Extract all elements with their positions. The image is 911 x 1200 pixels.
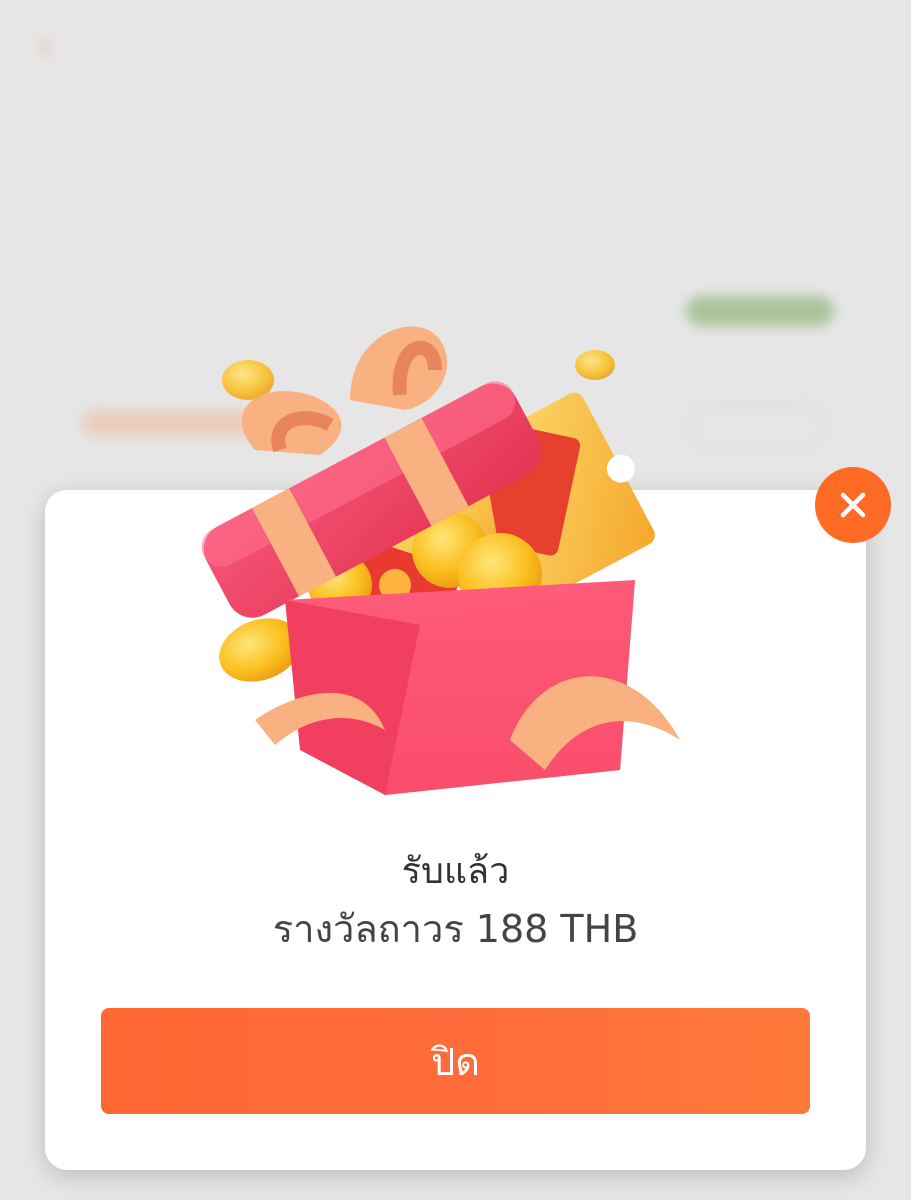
dialog-close-button[interactable] xyxy=(815,467,891,543)
reward-amount-text: รางวัลถาวร 188 THB xyxy=(272,907,639,951)
background-button xyxy=(690,404,824,448)
gift-box-illustration xyxy=(201,326,680,795)
floating-coin xyxy=(575,350,615,380)
close-icon xyxy=(840,492,866,518)
back-arrow-icon: ‹ xyxy=(38,23,54,69)
reward-status-text: รับแล้ว xyxy=(401,851,510,892)
close-dialog-button[interactable]: ปิด xyxy=(101,1008,810,1114)
